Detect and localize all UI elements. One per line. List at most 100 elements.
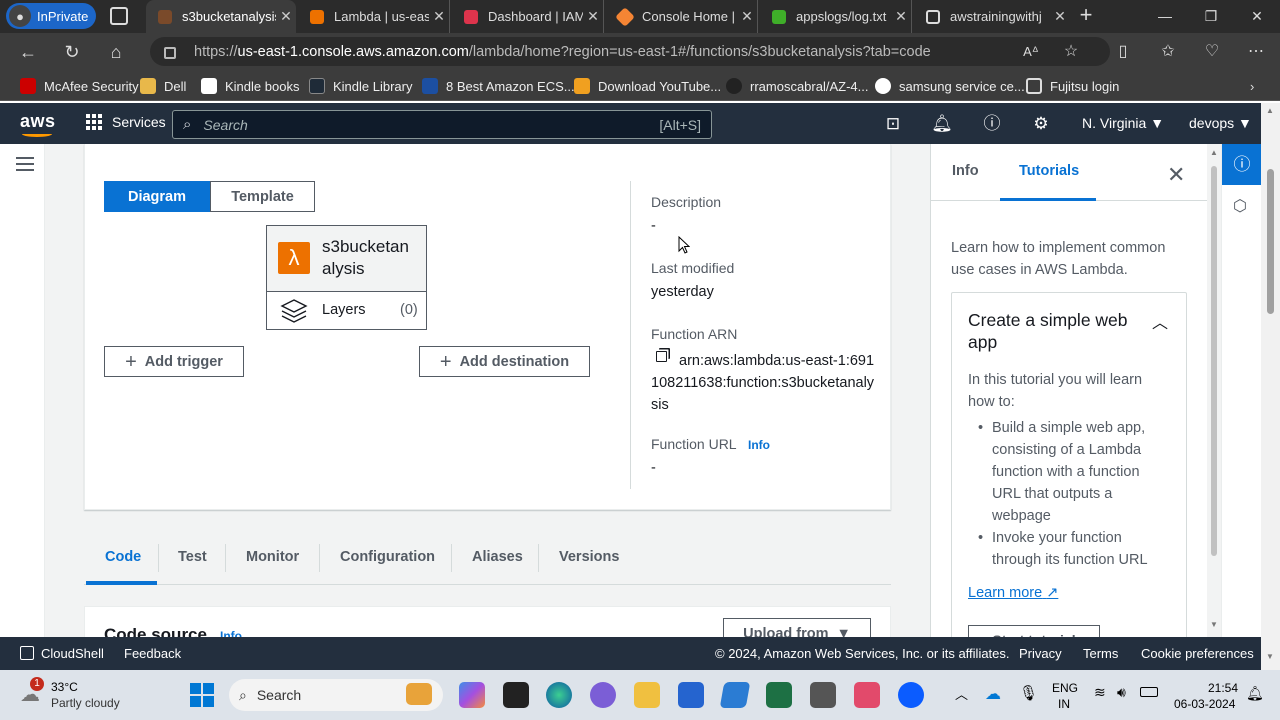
read-aloud-icon[interactable]: Aᐞ [1020, 41, 1042, 63]
close-window-icon[interactable]: ✕ [1234, 0, 1280, 33]
tab-code[interactable]: Code [105, 549, 141, 565]
notifications-bell-icon[interactable]: 🔔︎ [931, 113, 953, 135]
help-panel-scrollbar[interactable]: ▲ ▼ [1207, 144, 1221, 637]
vscode-icon[interactable] [719, 682, 751, 708]
battery-icon[interactable] [1140, 687, 1158, 697]
tray-chevron-up-icon[interactable]: ︿ [955, 684, 968, 703]
browser-tab-console-home[interactable]: Console Home | ✕ [606, 0, 758, 33]
terms-link[interactable]: Terms [1083, 646, 1118, 661]
bookmark-dell[interactable]: Dell [140, 76, 186, 96]
home-icon[interactable]: ⌂ [105, 41, 127, 63]
cloudshell-icon[interactable]: ⊡ [882, 113, 904, 135]
onedrive-cloud-icon[interactable]: ☁ [985, 684, 1001, 704]
tab-monitor[interactable]: Monitor [246, 549, 299, 565]
page-scrollbar[interactable]: ▲ ▼ [1261, 103, 1280, 670]
page-scrollbar-thumb[interactable] [1267, 169, 1274, 314]
briefcase-icon[interactable] [406, 683, 432, 705]
back-icon[interactable]: ← [17, 41, 39, 63]
close-tab-icon[interactable]: ✕ [891, 8, 911, 25]
help-icon[interactable]: ⓘ [981, 113, 1003, 135]
copilot-app-icon[interactable] [590, 682, 616, 708]
bookmark-mcafee[interactable]: McAfee Security [20, 76, 139, 96]
browser-tab-iam[interactable]: Dashboard | IAM ✕ [452, 0, 604, 33]
inprivate-badge[interactable]: ● InPrivate [6, 3, 96, 29]
settings-gear-icon[interactable]: ⚙ [1030, 113, 1052, 135]
function-url-info-link[interactable]: Info [748, 438, 770, 452]
close-tab-icon[interactable]: ✕ [276, 8, 296, 25]
bookmark-github[interactable]: rramoscabral/AZ-4... [726, 76, 868, 96]
snipping-tool-icon[interactable] [854, 682, 880, 708]
favorite-star-icon[interactable]: ☆ [1060, 41, 1082, 63]
calculator-icon[interactable] [810, 682, 836, 708]
scroll-down-arrow-icon[interactable]: ▼ [1210, 620, 1218, 629]
tab-aliases[interactable]: Aliases [472, 549, 523, 565]
volume-icon[interactable]: 🔊︎ [1117, 684, 1126, 701]
split-screen-icon[interactable]: ▯ [1112, 41, 1134, 63]
privacy-link[interactable]: Privacy [1019, 646, 1062, 661]
microphone-icon[interactable]: 🎙︎ [1019, 684, 1038, 702]
bookmark-kindle-library[interactable]: Kindle Library [309, 76, 413, 96]
page-scroll-down-icon[interactable]: ▼ [1266, 652, 1274, 661]
edge-browser-icon[interactable] [546, 682, 572, 708]
language-indicator[interactable]: ENG [1052, 681, 1078, 695]
start-tutorial-button[interactable]: Start tutorial [968, 625, 1100, 637]
help-tab-info[interactable]: Info [952, 163, 979, 179]
tab-versions[interactable]: Versions [559, 549, 619, 565]
add-trigger-button[interactable]: + Add trigger [104, 346, 244, 377]
help-tab-tutorials[interactable]: Tutorials [1019, 163, 1079, 179]
browser-tab-appslogs[interactable]: appslogs/log.txt ✕ [760, 0, 912, 33]
favorites-icon[interactable]: ✩ [1157, 41, 1179, 63]
code-source-info-link[interactable]: Info [220, 629, 242, 637]
browser-tab-awstraining[interactable]: awstrainingwithj ✕ [914, 0, 1070, 33]
region-selector[interactable]: N. Virginia ▼ [1082, 115, 1164, 131]
zoom-icon[interactable] [898, 682, 924, 708]
language-region[interactable]: IN [1058, 697, 1070, 711]
services-menu[interactable]: Services [86, 114, 166, 130]
minimize-icon[interactable]: — [1142, 0, 1188, 33]
bookmark-samsung[interactable]: samsung service ce... [875, 76, 1025, 96]
upload-from-button[interactable]: Upload from ▼ [723, 618, 871, 637]
tab-actions-icon[interactable] [110, 7, 128, 25]
clock-time[interactable]: 21:54 [1208, 681, 1238, 695]
tab-test[interactable]: Test [178, 549, 207, 565]
more-menu-icon[interactable]: ⋯ [1245, 41, 1267, 63]
function-diagram-node[interactable]: λ s3bucketanalysis Layers (0) [266, 225, 427, 330]
scroll-up-arrow-icon[interactable]: ▲ [1210, 148, 1218, 157]
menu-hamburger-icon[interactable] [16, 157, 34, 171]
add-destination-button[interactable]: + Add destination [419, 346, 590, 377]
wifi-icon[interactable]: ≋ [1094, 684, 1106, 701]
notifications-icon[interactable]: 🔔︎ [1246, 685, 1264, 702]
clock-date[interactable]: 06-03-2024 [1174, 697, 1235, 711]
cookie-preferences-link[interactable]: Cookie preferences [1141, 646, 1254, 661]
notepad-icon[interactable] [678, 682, 704, 708]
bookmarks-more-chevron-icon[interactable]: › [1250, 76, 1254, 96]
tutorials-hexagon-icon[interactable]: ⬡ [1233, 196, 1247, 216]
url-field[interactable]: https://us-east-1.console.aws.amazon.com… [150, 37, 1110, 66]
search-input[interactable]: ⌕ Search [Alt+S] [172, 110, 712, 139]
bookmark-fujitsu[interactable]: Fujitsu login [1026, 76, 1119, 96]
refresh-icon[interactable]: ↻ [61, 41, 83, 63]
weather-condition[interactable]: Partly cloudy [51, 696, 120, 710]
browser-tab-s3bucketanalysis[interactable]: s3bucketanalysis ✕ [146, 0, 296, 33]
weather-temperature[interactable]: 33°C [51, 680, 78, 694]
info-panel-icon[interactable]: ⓘ [1222, 144, 1261, 185]
learn-more-link[interactable]: Learn more ↗ [968, 585, 1058, 601]
aws-logo[interactable]: aws [20, 111, 56, 132]
windows-start-icon[interactable] [190, 683, 214, 707]
browser-essentials-icon[interactable]: ♡ [1201, 41, 1223, 63]
tutorial-title[interactable]: Create a simple web app [968, 309, 1148, 353]
feedback-link[interactable]: Feedback [124, 646, 181, 661]
excel-icon[interactable] [766, 682, 792, 708]
restore-icon[interactable]: ❐ [1188, 0, 1234, 33]
close-tab-icon[interactable]: ✕ [583, 8, 603, 25]
new-tab-icon[interactable]: + [1074, 4, 1098, 28]
close-tab-icon[interactable]: ✕ [737, 8, 757, 25]
bookmark-youtube[interactable]: Download YouTube... [574, 76, 721, 96]
close-tab-icon[interactable]: ✕ [429, 8, 449, 25]
diagram-toggle[interactable]: Diagram [104, 181, 210, 212]
scrollbar-thumb[interactable] [1211, 166, 1217, 556]
bookmark-ecs[interactable]: 8 Best Amazon ECS... [422, 76, 575, 96]
browser-tab-lambda[interactable]: Lambda | us-east ✕ [298, 0, 450, 33]
close-help-panel-icon[interactable]: ✕ [1167, 162, 1185, 188]
file-explorer-icon[interactable] [634, 682, 660, 708]
